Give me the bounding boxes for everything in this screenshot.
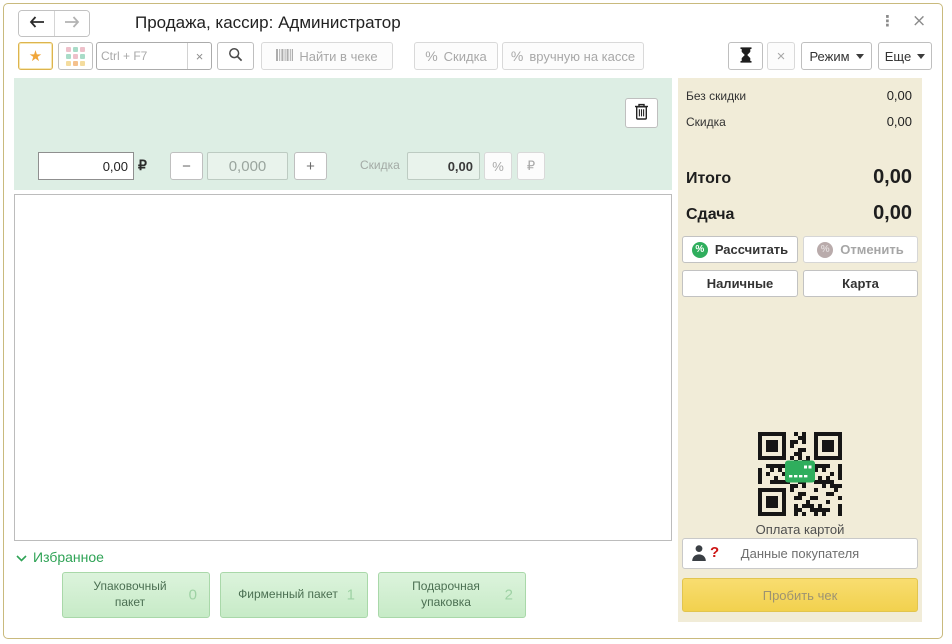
percent-icon: %: [425, 48, 437, 64]
favorite-item-button[interactable]: Фирменный пакет 1: [220, 572, 368, 618]
minus-icon: −: [182, 158, 191, 175]
ruble-icon: ₽: [527, 158, 535, 174]
submit-receipt-label: Пробить чек: [763, 588, 838, 603]
search-clear-button[interactable]: ×: [187, 43, 211, 69]
no-discount-label: Без скидки: [686, 89, 746, 103]
mode-menu-button[interactable]: Режим: [801, 42, 872, 70]
percent-circle-icon: %: [692, 242, 708, 258]
qr-caption: Оплата картой: [678, 522, 922, 537]
calculate-label: Рассчитать: [715, 242, 788, 257]
barcode-icon: [276, 49, 293, 64]
star-icon: ★: [29, 47, 42, 65]
no-discount-value: 0,00: [887, 88, 912, 103]
favorites-filter-button[interactable]: ★: [18, 42, 53, 70]
percent-circle-icon: %: [817, 242, 833, 258]
clear-icon: ×: [196, 49, 204, 64]
favorite-item-label: Упаковочный пакет: [77, 579, 183, 610]
summary-row: Скидка 0,00: [686, 114, 912, 129]
chevron-down-icon: [16, 549, 27, 565]
quantity-increase-button[interactable]: +: [294, 152, 327, 180]
search-box: ×: [96, 42, 212, 70]
history-nav: [18, 10, 90, 37]
discount-percent-button[interactable]: %: [484, 152, 512, 180]
price-input[interactable]: [38, 152, 134, 180]
total-row: Итого 0,00: [686, 166, 912, 189]
discount-ruble-button[interactable]: ₽: [517, 152, 545, 180]
total-value: 0,00: [873, 166, 912, 189]
pos-window: Продажа, кассир: Администратор ⋮ × ★ × Н…: [3, 3, 943, 639]
favorites-section-toggle[interactable]: Избранное: [16, 549, 104, 565]
change-row: Сдача 0,00: [686, 202, 912, 225]
grid-dots-icon: [66, 47, 85, 66]
submit-receipt-button[interactable]: Пробить чек: [682, 578, 918, 612]
find-in-receipt-button[interactable]: Найти в чеке: [261, 42, 393, 70]
search-button[interactable]: [217, 42, 254, 70]
magnifier-icon: [228, 47, 243, 65]
currency-label: ₽: [138, 157, 147, 174]
page-title: Продажа, кассир: Администратор: [135, 13, 401, 33]
discount-total-label: Скидка: [686, 115, 726, 129]
change-label: Сдача: [686, 206, 734, 224]
kebab-menu-button[interactable]: ⋮: [880, 12, 895, 30]
manual-discount-button[interactable]: % вручную на кассе: [502, 42, 644, 70]
favorite-item-button[interactable]: Подарочная упаковка 2: [378, 572, 526, 618]
forward-button[interactable]: [54, 11, 89, 36]
favorite-item-count: 0: [189, 585, 197, 605]
summary-row: Без скидки 0,00: [686, 88, 912, 103]
kebab-icon: ⋮: [880, 12, 895, 30]
discount-total-value: 0,00: [887, 114, 912, 129]
caret-down-icon: [856, 54, 864, 63]
current-item-panel: ₽ − 0,000 + Скидка 0,00 % ₽: [14, 78, 672, 190]
back-arrow-icon: [29, 16, 45, 31]
favorite-item-button[interactable]: Упаковочный пакет 0: [62, 572, 210, 618]
line-discount-button[interactable]: % Скидка: [414, 42, 498, 70]
cancel-label: Отменить: [840, 242, 904, 257]
forward-arrow-icon: [64, 16, 80, 31]
cancel-receipt-button[interactable]: ×: [767, 42, 795, 70]
percent-icon: %: [492, 159, 504, 174]
trash-icon: [634, 103, 649, 123]
item-discount-value: 0,00: [407, 152, 480, 180]
favorite-item-count: 1: [347, 585, 355, 605]
search-input[interactable]: [97, 49, 187, 63]
card-payment-button[interactable]: Карта: [803, 270, 918, 297]
customer-data-label: Данные покупателя: [683, 546, 917, 561]
quantity-decrease-button[interactable]: −: [170, 152, 203, 180]
payment-summary-panel: Без скидки 0,00 Скидка 0,00 Итого 0,00 С…: [678, 78, 922, 622]
percent-icon: %: [511, 48, 523, 64]
line-discount-label: Скидка: [444, 49, 487, 64]
payment-qr-code: [758, 432, 842, 516]
back-button[interactable]: [19, 11, 54, 36]
customer-data-button[interactable]: ? Данные покупателя: [682, 538, 918, 569]
calculate-button[interactable]: % Рассчитать: [682, 236, 798, 263]
change-value: 0,00: [873, 202, 912, 225]
receipt-items-list[interactable]: [14, 194, 672, 541]
favorite-item-count: 2: [505, 585, 513, 605]
item-discount-label: Скидка: [360, 158, 400, 172]
mode-label: Режим: [809, 49, 849, 64]
caret-down-icon: [917, 54, 925, 63]
cash-label: Наличные: [707, 276, 774, 291]
cancel-x-icon: ×: [777, 48, 786, 65]
favorite-item-label: Подарочная упаковка: [393, 579, 499, 610]
find-in-receipt-label: Найти в чеке: [299, 49, 377, 64]
total-label: Итого: [686, 170, 731, 188]
cash-payment-button[interactable]: Наличные: [682, 270, 798, 297]
catalog-grid-button[interactable]: [58, 42, 93, 70]
hourglass-icon: [739, 47, 753, 66]
close-icon: ×: [912, 11, 926, 31]
favorites-header-label: Избранное: [33, 549, 104, 565]
delete-line-button[interactable]: [625, 98, 658, 128]
bank-card-icon: [785, 461, 815, 488]
close-button[interactable]: ×: [912, 11, 926, 31]
postpone-receipt-button[interactable]: [728, 42, 763, 70]
plus-icon: +: [306, 158, 315, 175]
more-menu-button[interactable]: Еще: [878, 42, 932, 70]
favorite-item-label: Фирменный пакет: [238, 587, 338, 603]
cancel-discount-button[interactable]: % Отменить: [803, 236, 918, 263]
card-label: Карта: [842, 276, 879, 291]
more-label: Еще: [885, 49, 911, 64]
manual-discount-label: вручную на кассе: [529, 49, 635, 64]
quantity-display: 0,000: [207, 152, 288, 180]
